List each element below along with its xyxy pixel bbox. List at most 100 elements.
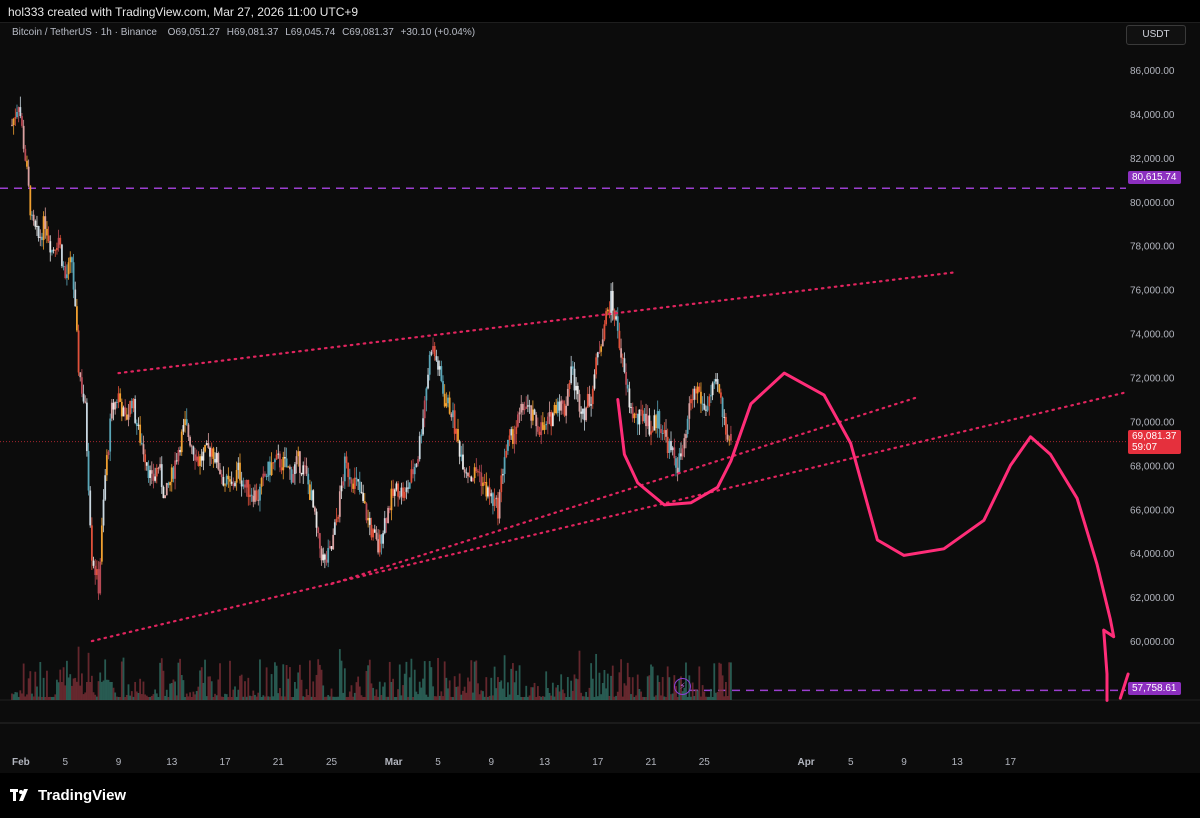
volume-bar bbox=[551, 682, 554, 700]
volume-bar bbox=[199, 670, 201, 700]
volume-bar bbox=[418, 681, 421, 700]
candle-body bbox=[616, 316, 619, 331]
volume-bar bbox=[663, 696, 666, 700]
volume-bar bbox=[621, 696, 624, 700]
candle-body bbox=[42, 216, 45, 241]
volume-bar bbox=[628, 677, 631, 700]
candle-body bbox=[144, 454, 147, 463]
volume-bar bbox=[526, 696, 529, 700]
volume-bar bbox=[61, 681, 63, 700]
volume-bar bbox=[523, 696, 526, 700]
volume-bar bbox=[170, 683, 173, 700]
volume-bar bbox=[11, 693, 13, 700]
volume-bar bbox=[710, 688, 712, 700]
volume-bar bbox=[328, 696, 331, 700]
candle-body bbox=[517, 414, 519, 427]
candle-body bbox=[503, 457, 506, 475]
upper-channel-line bbox=[117, 270, 959, 375]
currency-button[interactable]: USDT bbox=[1126, 25, 1186, 45]
volume-bar bbox=[433, 696, 436, 700]
volume-bar bbox=[686, 696, 689, 700]
volume-bar bbox=[285, 665, 288, 700]
candle-body bbox=[378, 534, 381, 553]
candle-body bbox=[197, 456, 200, 466]
candle-body bbox=[568, 382, 571, 389]
volume-bar bbox=[180, 675, 183, 700]
candle-body bbox=[177, 449, 180, 462]
candle-body bbox=[102, 499, 105, 526]
brand-name: TradingView bbox=[38, 787, 127, 804]
candle-body bbox=[219, 469, 221, 475]
candle-body bbox=[695, 388, 697, 394]
candle-body bbox=[169, 481, 171, 486]
candle-body bbox=[214, 458, 216, 463]
candle-body bbox=[49, 241, 52, 253]
volume-bar bbox=[224, 693, 226, 700]
candle-body bbox=[435, 356, 438, 361]
candle-body bbox=[635, 413, 637, 415]
candle-body bbox=[410, 469, 413, 483]
volume-bar bbox=[317, 659, 320, 700]
volume-bar bbox=[726, 696, 729, 700]
candle-body bbox=[588, 393, 591, 406]
volume-bar bbox=[447, 688, 449, 700]
x-tick-label: 9 bbox=[901, 757, 907, 768]
credit-text: hol333 created with TradingView.com, Mar… bbox=[8, 5, 359, 19]
volume-bar bbox=[668, 677, 671, 700]
candle-body bbox=[521, 403, 524, 411]
candle-body bbox=[705, 409, 707, 411]
volume-bar bbox=[452, 696, 454, 700]
candle-body bbox=[11, 124, 13, 126]
candle-body bbox=[700, 391, 702, 404]
volume-bar bbox=[580, 692, 583, 700]
volume-bar bbox=[720, 663, 722, 700]
candle-body bbox=[139, 424, 142, 443]
candle-body bbox=[100, 525, 103, 562]
chart-pane[interactable]: 86,000.00 84,000.00 82,000.00 80,000.00 78,0… bbox=[0, 22, 1200, 774]
volume-bar bbox=[380, 695, 383, 700]
candle-body bbox=[229, 479, 231, 482]
x-tick-label: Mar bbox=[385, 757, 403, 768]
price-chart[interactable]: 86,000.00 84,000.00 82,000.00 80,000.00 78,0… bbox=[0, 23, 1200, 774]
volume-bar bbox=[560, 674, 563, 700]
candle-body bbox=[681, 448, 684, 457]
volume-bar bbox=[531, 687, 534, 700]
candle-body bbox=[84, 401, 87, 403]
x-tick-label: 5 bbox=[848, 757, 854, 768]
candle-body bbox=[24, 148, 27, 161]
volume-bar bbox=[485, 677, 488, 700]
y-tick-label: 74,000.00 bbox=[1130, 330, 1175, 341]
candle-body bbox=[94, 565, 97, 576]
y-tick-label: 72,000.00 bbox=[1130, 373, 1175, 384]
candle-body bbox=[551, 413, 554, 427]
volume-bar bbox=[646, 676, 649, 700]
x-tick-label: 5 bbox=[435, 757, 441, 768]
candle-body bbox=[34, 220, 37, 227]
x-tick-label: 25 bbox=[699, 757, 711, 768]
candle-body bbox=[298, 451, 301, 473]
legend-change: +30.10 (+0.04%) bbox=[400, 27, 476, 38]
volume-bar bbox=[179, 658, 181, 700]
volume-bar bbox=[438, 695, 441, 700]
candle-body bbox=[390, 488, 393, 511]
candle-body bbox=[536, 426, 539, 432]
volume-bar bbox=[333, 696, 336, 700]
volume-bar bbox=[412, 697, 414, 700]
candle-body bbox=[245, 479, 248, 488]
lightning-icon[interactable]: ⚡ bbox=[674, 678, 691, 695]
volume-bar bbox=[362, 696, 365, 700]
candle-body bbox=[239, 462, 241, 481]
volume-bar bbox=[269, 696, 271, 700]
volume-bar bbox=[467, 677, 469, 700]
candle-body bbox=[566, 388, 569, 406]
candle-body bbox=[115, 401, 118, 403]
candle-body bbox=[673, 447, 676, 459]
candle-body bbox=[505, 450, 508, 458]
volume-bar bbox=[653, 696, 656, 700]
volume-bar bbox=[353, 692, 356, 700]
volume-bar bbox=[661, 677, 664, 700]
symbol-label[interactable]: Bitcoin / TetherUS · 1h · Binance bbox=[12, 27, 157, 38]
volume-bar bbox=[671, 693, 674, 700]
volume-bar bbox=[405, 661, 408, 700]
candle-body bbox=[260, 478, 263, 487]
